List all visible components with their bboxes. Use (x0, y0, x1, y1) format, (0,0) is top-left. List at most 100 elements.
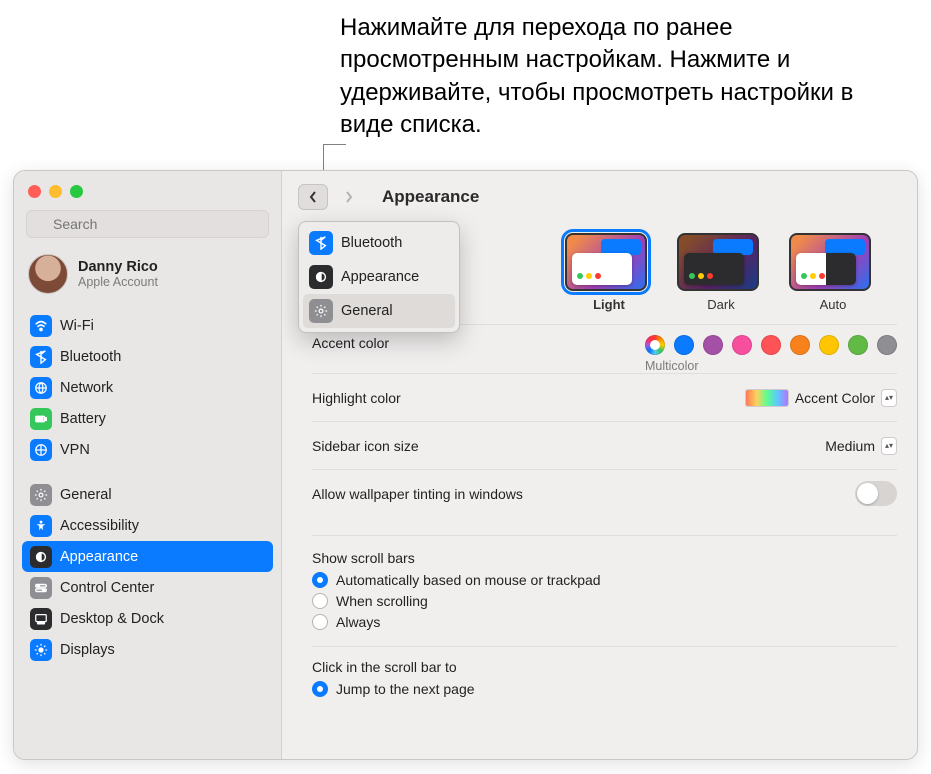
account-subtitle: Apple Account (78, 275, 158, 289)
accent-swatch-yellow[interactable] (819, 335, 839, 355)
wallpaper-tinting-label: Allow wallpaper tinting in windows (312, 486, 523, 502)
appearance-icon (30, 546, 52, 568)
theme-label: Light (565, 297, 653, 312)
sidebar-icon-size-value: Medium (825, 438, 875, 454)
sidebar-icon-size-select[interactable]: Medium ▴▾ (825, 437, 897, 455)
sidebar-item-label: Network (60, 380, 113, 396)
gear-icon (309, 299, 333, 323)
radio-icon (312, 681, 328, 697)
radio-icon (312, 593, 328, 609)
accent-swatch-graphite[interactable] (877, 335, 897, 355)
callout-text: Нажимайте для перехода по ранее просмотр… (340, 12, 880, 142)
gear-icon (30, 484, 52, 506)
sidebar-item-control-center[interactable]: Control Center (22, 572, 273, 603)
sidebar-item-label: VPN (60, 442, 90, 458)
accent-color-label: Accent color (312, 335, 389, 351)
accent-swatch-orange[interactable] (790, 335, 810, 355)
window-controls (14, 171, 281, 206)
sidebar-item-appearance[interactable]: Appearance (22, 541, 273, 572)
sidebar-item-network[interactable]: Network (22, 372, 273, 403)
sidebar-item-battery[interactable]: Battery (22, 403, 273, 434)
page-title: Appearance (382, 187, 479, 207)
accent-color-swatches (645, 335, 897, 355)
sidebar-item-label: Desktop & Dock (60, 611, 164, 627)
sidebar-item-desktop-dock[interactable]: Desktop & Dock (22, 603, 273, 634)
sidebar-item-accessibility[interactable]: Accessibility (22, 510, 273, 541)
theme-option-dark[interactable]: Dark (677, 233, 765, 312)
history-item-appearance[interactable]: Appearance (303, 260, 455, 294)
scroll-bars-section: Show scroll bars Automatically based on … (312, 535, 897, 630)
bluetooth-icon (30, 346, 52, 368)
accent-swatch-pink[interactable] (732, 335, 752, 355)
close-button[interactable] (28, 185, 41, 198)
sidebar-item-label: Accessibility (60, 518, 139, 534)
avatar (28, 254, 68, 294)
zoom-button[interactable] (70, 185, 83, 198)
appearance-icon (309, 265, 333, 289)
sidebar-item-displays[interactable]: Displays (22, 634, 273, 665)
control-center-icon (30, 577, 52, 599)
highlight-preview-icon (745, 389, 789, 407)
history-item-general[interactable]: General (303, 294, 455, 328)
main-content: Appearance Bluetooth Appearance Genera (282, 171, 917, 759)
vpn-icon (30, 439, 52, 461)
callout-leader-line (323, 144, 324, 170)
forward-button[interactable] (334, 184, 364, 210)
radio-icon (312, 614, 328, 630)
scroll-click-section: Click in the scroll bar to Jump to the n… (312, 646, 897, 697)
history-item-label: Bluetooth (341, 235, 402, 251)
back-button[interactable] (298, 184, 328, 210)
globe-icon (30, 377, 52, 399)
highlight-color-value: Accent Color (795, 390, 875, 406)
displays-icon (30, 639, 52, 661)
sidebar-item-label: Appearance (60, 549, 138, 565)
desktop-dock-icon (30, 608, 52, 630)
sidebar-icon-size-label: Sidebar icon size (312, 438, 419, 454)
minimize-button[interactable] (49, 185, 62, 198)
accent-swatch-purple[interactable] (703, 335, 723, 355)
scroll-bars-option-always[interactable]: Always (312, 614, 897, 630)
scroll-bars-option-scrolling[interactable]: When scrolling (312, 593, 897, 609)
accent-swatch-red[interactable] (761, 335, 781, 355)
history-item-label: Appearance (341, 269, 419, 285)
bluetooth-icon (309, 231, 333, 255)
scroll-bars-title: Show scroll bars (312, 550, 897, 566)
scroll-click-option-jump[interactable]: Jump to the next page (312, 681, 897, 697)
highlight-color-select[interactable]: Accent Color ▴▾ (745, 389, 897, 407)
settings-window: Danny Rico Apple Account Wi-Fi Bluetooth (13, 170, 918, 760)
theme-label: Dark (677, 297, 765, 312)
radio-label: When scrolling (336, 593, 428, 609)
wallpaper-tinting-row: Allow wallpaper tinting in windows (312, 469, 897, 517)
sidebar-item-wifi[interactable]: Wi-Fi (22, 310, 273, 341)
radio-label: Automatically based on mouse or trackpad (336, 572, 601, 588)
accent-selected-name: Multicolor (645, 359, 699, 373)
accent-swatch-green[interactable] (848, 335, 868, 355)
scroll-bars-option-auto[interactable]: Automatically based on mouse or trackpad (312, 572, 897, 588)
radio-label: Jump to the next page (336, 681, 475, 697)
sidebar-icon-size-row: Sidebar icon size Medium ▴▾ (312, 421, 897, 469)
account-row[interactable]: Danny Rico Apple Account (14, 248, 281, 308)
radio-label: Always (336, 614, 380, 630)
radio-icon (312, 572, 328, 588)
sidebar-item-label: Control Center (60, 580, 154, 596)
accessibility-icon (30, 515, 52, 537)
wallpaper-tinting-switch[interactable] (855, 481, 897, 506)
history-item-label: General (341, 303, 393, 319)
search-input[interactable] (26, 210, 269, 238)
sidebar: Danny Rico Apple Account Wi-Fi Bluetooth (14, 171, 282, 759)
theme-option-light[interactable]: Light (565, 233, 653, 312)
highlight-color-row: Highlight color Accent Color ▴▾ (312, 373, 897, 421)
accent-swatch-blue[interactable] (674, 335, 694, 355)
chevron-updown-icon: ▴▾ (881, 389, 897, 407)
highlight-color-label: Highlight color (312, 390, 401, 406)
sidebar-item-general[interactable]: General (22, 479, 273, 510)
battery-icon (30, 408, 52, 430)
sidebar-item-label: General (60, 487, 112, 503)
sidebar-item-vpn[interactable]: VPN (22, 434, 273, 465)
sidebar-item-label: Displays (60, 642, 115, 658)
sidebar-list: Wi-Fi Bluetooth Network Battery (14, 308, 281, 673)
theme-option-auto[interactable]: Auto (789, 233, 877, 312)
history-item-bluetooth[interactable]: Bluetooth (303, 226, 455, 260)
sidebar-item-bluetooth[interactable]: Bluetooth (22, 341, 273, 372)
accent-swatch-multicolor[interactable] (645, 335, 665, 355)
